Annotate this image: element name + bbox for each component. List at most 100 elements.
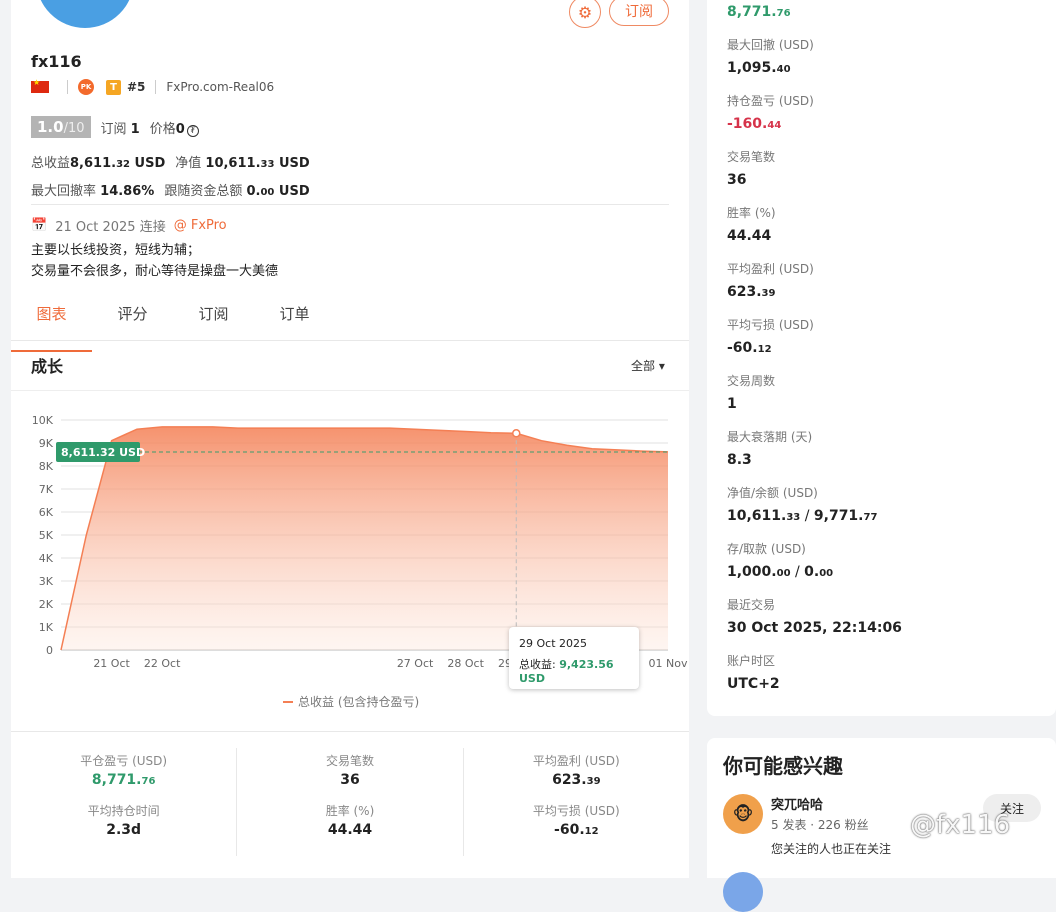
suggested-user-avatar[interactable] <box>723 872 763 912</box>
subscriptions-label: 订阅 <box>100 121 127 137</box>
tab-bar: 图表 评分 订阅 订单 <box>11 300 689 352</box>
stat-label: 交易笔数 <box>325 754 374 768</box>
rating-badge: 1.0/10 <box>31 116 91 138</box>
suggested-user-stats: 5 发表 · 226 粉丝 <box>771 818 869 832</box>
profit-row: 总收益8,611.32 USD 净值 10,611.33 USD <box>31 152 310 171</box>
currency-icon: ₮ <box>186 124 199 137</box>
stat-value: UTC+2 <box>727 676 780 692</box>
bio-line: 主要以长线投资，短线为辅； <box>31 243 201 258</box>
range-filter-dropdown[interactable]: 全部 ▾ <box>631 357 665 374</box>
y-tick-label: 10K <box>32 414 54 427</box>
stat-item: 账户时区 UTC+2 <box>727 652 1037 708</box>
max-drawdown-label: 最大回撤率 <box>31 184 97 199</box>
stat-label: 交易周数 <box>727 374 776 388</box>
connect-date: 21 Oct 2025 连接 <box>55 220 166 235</box>
suggested-user-note: 您关注的人也正在关注 <box>771 842 892 856</box>
suggestions-title: 你可能感兴趣 <box>723 754 843 778</box>
stat-item: 最大回撤 (USD) 1,095.40 <box>727 36 1037 92</box>
y-tick-label: 8K <box>39 460 54 473</box>
stat-value: 44.44 <box>727 228 772 244</box>
y-tick-label: 6K <box>39 506 54 519</box>
divider <box>67 80 68 94</box>
stat-value: 8.3 <box>727 452 752 468</box>
suggestions-card: 你可能感兴趣 🐵 突兀哈哈 5 发表 · 226 粉丝 您关注的人也正在关注 关… <box>707 738 1056 912</box>
stat-label: 最大回撤 (USD) <box>727 38 814 52</box>
suggested-user-avatar[interactable]: 🐵 <box>723 794 763 834</box>
stat-label: 平均盈利 (USD) <box>532 754 620 768</box>
follow-funds-label: 跟随资金总额 <box>164 184 243 199</box>
account-stats-card: 8,771.76 最大回撤 (USD) 1,095.40 持仓盈亏 (USD) -160… <box>707 0 1056 716</box>
pk-badge-icon: PK <box>78 79 94 95</box>
stat-label: 平仓盈亏 (USD) <box>80 754 168 768</box>
hover-point <box>512 429 521 438</box>
stat-label: 账户时区 <box>727 654 776 668</box>
stat-value: 36 <box>340 772 360 788</box>
price: 价格0 ₮ <box>150 118 199 137</box>
subscribe-button[interactable]: 订阅 <box>609 0 669 26</box>
stat-item: 净值/余额 (USD) 10,611.33 / 9,771.77 <box>727 484 1037 540</box>
suggested-user-name[interactable]: 突兀哈哈 <box>771 794 823 813</box>
gear-icon: ⚙ <box>577 2 593 22</box>
stat-label: 交易笔数 <box>727 150 776 164</box>
stat-item: 交易笔数 36 <box>727 148 1037 204</box>
divider <box>155 80 157 94</box>
stat-item: 胜率 (%) 44.44 <box>727 204 1037 260</box>
username: fx116 <box>31 52 82 71</box>
stat-value: -60.12 <box>727 340 772 356</box>
profit-area <box>61 426 668 650</box>
stat-label: 净值/余额 (USD) <box>727 486 818 500</box>
tab-subscriptions[interactable]: 订阅 <box>173 300 254 340</box>
stat-value: 10,611.33 / 9,771.77 <box>727 508 878 524</box>
y-tick-label: 4K <box>39 552 54 565</box>
stat-value: 1 <box>727 396 737 412</box>
avatar[interactable] <box>36 0 134 28</box>
tab-rating[interactable]: 评分 <box>92 300 173 340</box>
stat-value: 623.39 <box>552 772 601 788</box>
stat-label: 平均亏损 (USD) <box>532 804 620 818</box>
stat-item: 持仓盈亏 (USD) -160.44 <box>727 92 1037 148</box>
bio: 主要以长线投资，短线为辅； 交易量不会很多，耐心等待是操盘一大美德 <box>31 240 278 282</box>
stat-label: 平均盈利 (USD) <box>727 262 814 276</box>
rating-max: /10 <box>63 121 85 136</box>
stat-value: 2.3d <box>106 822 142 838</box>
rating-value: 1.0 <box>37 118 64 136</box>
tab-chart[interactable]: 图表 <box>11 300 92 352</box>
calendar-icon: 📅 <box>31 218 48 233</box>
broker-link[interactable]: @ FxPro <box>174 218 227 233</box>
divider <box>31 204 669 205</box>
max-drawdown-value: 14.86% <box>100 184 155 199</box>
bio-line: 交易量不会很多，耐心等待是操盘一大美德 <box>31 264 279 279</box>
y-tick-label: 3K <box>39 575 54 588</box>
stat-label: 胜率 (%) <box>727 206 776 220</box>
stat-item: 交易周数 1 <box>727 372 1037 428</box>
watermark: @fx116 <box>910 810 1011 840</box>
equity-value: 10,611.33 USD <box>205 156 310 171</box>
summary-stats: 平仓盈亏 (USD) 8,771.76 平均持仓时间 2.3d 交易笔数 36 … <box>11 748 689 858</box>
x-tick-label: 01 Nov <box>649 657 688 670</box>
tooltip-label: 总收益: <box>519 658 556 671</box>
x-tick-label: 27 Oct <box>397 657 434 670</box>
stat-label: 胜率 (%) <box>325 804 375 818</box>
stat-value: -160.44 <box>727 116 782 132</box>
stat-label: 最近交易 <box>727 598 776 612</box>
china-flag-icon <box>31 78 49 93</box>
stat-column: 平仓盈亏 (USD) 8,771.76 平均持仓时间 2.3d <box>11 748 238 856</box>
current-value-label: 8,611.32 USD <box>56 441 145 462</box>
stat-label: 存/取款 (USD) <box>727 542 806 556</box>
rank: #5 <box>127 80 146 94</box>
svg-text:8,611.32 USD: 8,611.32 USD <box>61 446 145 459</box>
y-tick-label: 7K <box>39 483 54 496</box>
stat-item: 最大衰落期 (天) 8.3 <box>727 428 1037 484</box>
monkey-avatar-icon: 🐵 <box>732 803 754 825</box>
stat-value: 44.44 <box>327 822 373 838</box>
stat-value: -60.12 <box>554 822 599 838</box>
settings-button[interactable]: ⚙ <box>569 0 601 28</box>
stat-item: 平均盈利 (USD) 623.39 <box>727 260 1037 316</box>
drawdown-row: 最大回撤率 14.86% 跟随资金总额 0.00 USD <box>31 180 310 199</box>
trader-profile-card: ⚙ 订阅 fx116 PK T #5 FxPro.com-Real06 1.0/… <box>11 0 689 878</box>
svg-text:总收益 (包含持仓盈亏): 总收益 (包含持仓盈亏) <box>298 694 419 709</box>
chart-legend: 总收益 (包含持仓盈亏) <box>283 694 419 709</box>
tab-orders[interactable]: 订单 <box>254 300 335 340</box>
divider <box>11 390 689 391</box>
stat-value: 1,000.00 / 0.00 <box>727 564 834 580</box>
